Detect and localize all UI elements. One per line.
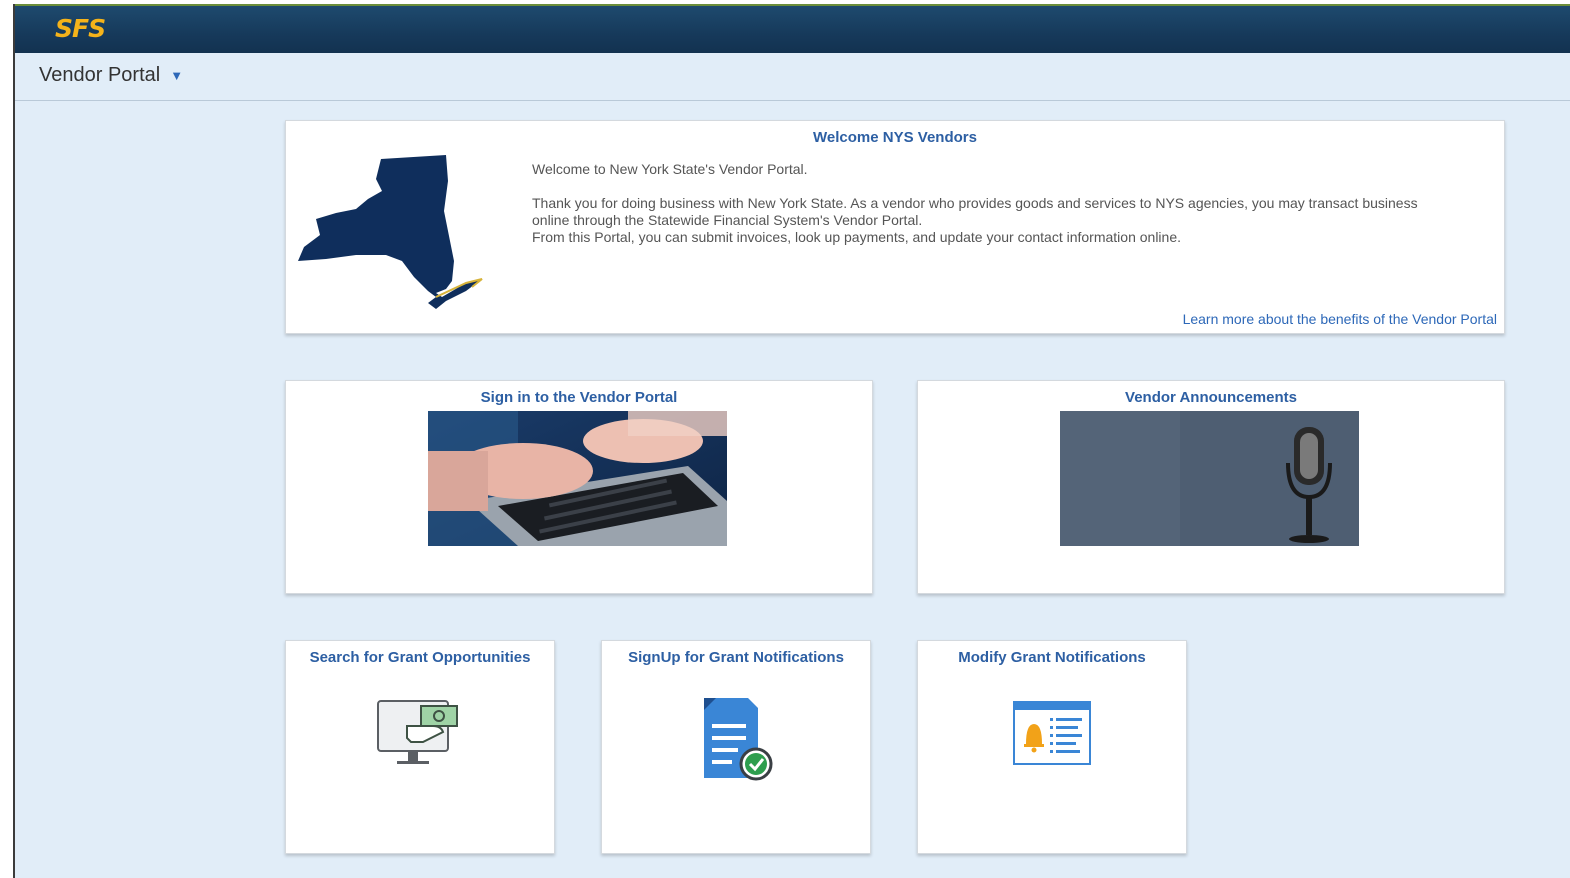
signin-tile[interactable]: Sign in to the Vendor Portal xyxy=(285,380,873,594)
learn-more-link[interactable]: Learn more about the benefits of the Ven… xyxy=(1183,311,1497,327)
welcome-body-1: Thank you for doing business with New Yo… xyxy=(532,195,1418,228)
nav-bar: Vendor Portal ▼ xyxy=(15,53,1570,101)
announcements-title[interactable]: Vendor Announcements xyxy=(918,389,1504,406)
grant-modify-title[interactable]: Modify Grant Notifications xyxy=(918,649,1186,666)
bell-list-icon xyxy=(1013,701,1091,765)
top-banner: SFS xyxy=(15,4,1570,55)
laptop-typing-photo xyxy=(428,411,727,546)
grant-search-tile[interactable]: Search for Grant Opportunities xyxy=(285,640,555,854)
monitor-money-hand-icon xyxy=(377,700,458,764)
portal-title: Vendor Portal xyxy=(39,64,161,86)
app-frame: SFS Vendor Portal ▼ Welcome NYS Vendors … xyxy=(13,4,1570,878)
grant-signup-title[interactable]: SignUp for Grant Notifications xyxy=(602,649,870,666)
welcome-tile: Welcome NYS Vendors Welcome to New York … xyxy=(285,120,1505,334)
grant-signup-tile[interactable]: SignUp for Grant Notifications xyxy=(601,640,871,854)
document-check-icon xyxy=(704,698,773,781)
grant-search-title[interactable]: Search for Grant Opportunities xyxy=(286,649,554,666)
welcome-body-2: From this Portal, you can submit invoice… xyxy=(532,229,1182,245)
new-york-state-map-icon xyxy=(298,155,483,309)
chevron-down-icon[interactable]: ▼ xyxy=(170,68,183,83)
signin-title[interactable]: Sign in to the Vendor Portal xyxy=(286,389,872,406)
welcome-intro: Welcome to New York State's Vendor Porta… xyxy=(532,161,808,177)
welcome-title: Welcome NYS Vendors xyxy=(813,129,977,146)
welcome-text: Welcome to New York State's Vendor Porta… xyxy=(532,161,1452,263)
grant-modify-tile[interactable]: Modify Grant Notifications xyxy=(917,640,1187,854)
microphone-photo xyxy=(1060,411,1359,546)
sfs-logo[interactable]: SFS xyxy=(55,14,106,43)
announcements-tile[interactable]: Vendor Announcements xyxy=(917,380,1505,594)
portal-menu-dropdown[interactable]: Vendor Portal ▼ xyxy=(39,64,183,87)
